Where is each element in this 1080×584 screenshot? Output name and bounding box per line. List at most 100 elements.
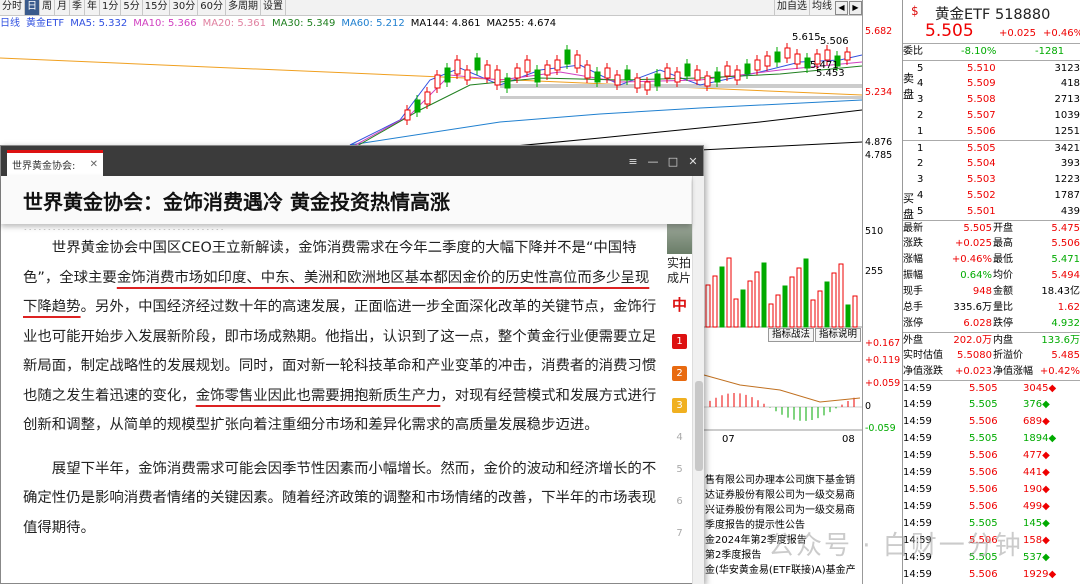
tick-volume: 190◆ (1023, 484, 1050, 495)
rank-badge: 1 (672, 334, 687, 349)
period-button[interactable]: 设置 (261, 0, 286, 15)
faded-line: …………………………………… (23, 224, 661, 230)
ma-value: MA10: 5.366 (133, 18, 197, 29)
period-button[interactable]: 30分 (170, 0, 199, 15)
level: 5 (917, 63, 924, 74)
price: 5.505 (967, 143, 996, 154)
candle-body (624, 69, 631, 81)
stat-value: +0.025 (954, 238, 992, 249)
window-controls: ≡ — □ ✕ (623, 146, 703, 176)
orderbook-row[interactable]: 1 5.506 1251 (903, 124, 1080, 140)
orderbook-row[interactable]: 5 5.501 439 (903, 204, 1080, 220)
arrow-right-icon[interactable]: ▶ (849, 0, 862, 15)
volume-bar (705, 284, 711, 328)
stat-label: 实时估值 (903, 350, 943, 361)
volume-bar (712, 275, 718, 328)
candle-body (574, 54, 581, 69)
period-button[interactable]: 5分 (121, 0, 143, 15)
orderbook-row[interactable]: 2 5.504 393 (903, 156, 1080, 172)
stat-label: 涨幅 (903, 254, 923, 265)
weibi-diff: -1281 (1035, 46, 1065, 57)
stat-row: 最新 5.505 开盘 5.475 (903, 220, 1080, 236)
hot-list-title: 中 (672, 296, 688, 314)
scrollbar[interactable] (692, 176, 704, 584)
period-button[interactable]: 15分 (143, 0, 171, 15)
tick-time: 14:59 (903, 501, 932, 512)
volume: 1039 (1054, 110, 1080, 121)
close-icon[interactable]: ✕ (683, 155, 703, 168)
toolbar-button[interactable]: 均线 (809, 0, 834, 15)
volume-bar (768, 303, 774, 328)
level: 4 (917, 78, 924, 89)
period-button[interactable]: 60分 (198, 0, 226, 15)
candle-body (674, 71, 681, 83)
highlight-text: 金饰零售业因此也需要拥抱新质生产力 (195, 387, 441, 404)
price: 5.510 (967, 63, 996, 74)
stat-row: 净值涨跌 +0.023 净值涨幅 +0.42% (903, 364, 1080, 380)
list-item-title: 售有限公司办理本公司旗下基金销... (705, 475, 855, 486)
price-tick: 5.234 (865, 87, 893, 98)
stat-value: 335.6万 (953, 302, 992, 313)
level: 2 (917, 110, 924, 121)
period-button[interactable]: 日 (25, 0, 40, 15)
indicator-tab-shuoming[interactable]: 指标说明 (815, 328, 862, 342)
orderbook-row[interactable]: 2 5.507 1039 (903, 108, 1080, 124)
period-button[interactable]: 周 (40, 0, 55, 15)
video-thumbnail[interactable] (667, 224, 693, 254)
maximize-icon[interactable]: □ (663, 155, 683, 168)
vol-tick: 255 (865, 266, 884, 277)
vol-tick: 510 (865, 226, 884, 237)
candle-body (564, 49, 571, 65)
candle-body (634, 77, 641, 89)
scroll-thumb[interactable] (695, 381, 703, 471)
candle-body (734, 69, 741, 81)
level: 5 (917, 206, 924, 217)
period-button[interactable]: 1分 (100, 0, 122, 15)
price: 5.509 (967, 78, 996, 89)
indicator-tab-zhanfa[interactable]: 指标战法 (768, 328, 815, 342)
ma-value: MA144: 4.861 (410, 18, 481, 29)
candle-body (684, 63, 691, 77)
toolbar-button[interactable]: 加自选 (774, 0, 809, 15)
stat-value: 133.6万 (1041, 335, 1080, 346)
menu-icon[interactable]: ≡ (623, 155, 643, 168)
orderbook-row[interactable]: 3 5.503 1223 (903, 172, 1080, 188)
period-button[interactable]: 分时 (0, 0, 25, 15)
volume-bar (782, 285, 788, 328)
stat-label: 均价 (993, 270, 1013, 281)
tab-close-icon[interactable]: ✕ (90, 159, 98, 170)
candle-body (594, 71, 601, 83)
thumb-label[interactable]: 实拍成片 (664, 256, 692, 286)
stat-row: 总手 335.6万 量比 1.62 (903, 300, 1080, 316)
minimize-icon[interactable]: — (643, 155, 663, 168)
period-toolbar: 分时日周月季年 1分 5分 15分 30分 60分 多周期 设置 加自选 均线 ◀ ▶ (0, 0, 862, 16)
period-button[interactable]: 月 (55, 0, 70, 15)
news-popup-window[interactable]: 世界黄金协会: ✕ ≡ — □ ✕ 世界黄金协会：金饰消费遇冷 黄金投资热情高涨… (0, 145, 704, 584)
stat-label: 开盘 (993, 223, 1013, 234)
level: 2 (917, 158, 924, 169)
tick-volume: 145◆ (1023, 518, 1050, 529)
candle-body (824, 49, 831, 61)
orderbook-row[interactable]: 5 5.510 3123 (903, 60, 1080, 76)
tick-volume: 3045◆ (1023, 383, 1057, 394)
tick-price: 5.506 (969, 569, 998, 580)
orderbook-row[interactable]: 4 5.509 418 (903, 76, 1080, 92)
period-button[interactable]: 季 (70, 0, 85, 15)
weibi-label: 委比 (903, 46, 923, 57)
tick-price: 5.505 (969, 383, 998, 394)
price-annotation: 5.453 (816, 68, 845, 79)
tick-price: 5.506 (969, 450, 998, 461)
period-button[interactable]: 多周期 (226, 0, 261, 15)
last-price: 5.505 (925, 21, 974, 41)
stat-value: 5.494 (1051, 270, 1080, 281)
stat-label: 金额 (993, 286, 1013, 297)
orderbook-row[interactable]: 4 5.502 1787 (903, 188, 1080, 204)
news-tab[interactable]: 世界黄金协会: ✕ (7, 150, 103, 176)
level: 1 (917, 126, 924, 137)
orderbook-row[interactable]: 1 5.505 3421 (903, 140, 1080, 156)
ind-tick: 0 (865, 401, 872, 412)
period-button[interactable]: 年 (85, 0, 100, 15)
stat-value: 0.64% (960, 270, 992, 281)
orderbook-row[interactable]: 3 5.508 2713 (903, 92, 1080, 108)
arrow-left-icon[interactable]: ◀ (835, 0, 848, 15)
